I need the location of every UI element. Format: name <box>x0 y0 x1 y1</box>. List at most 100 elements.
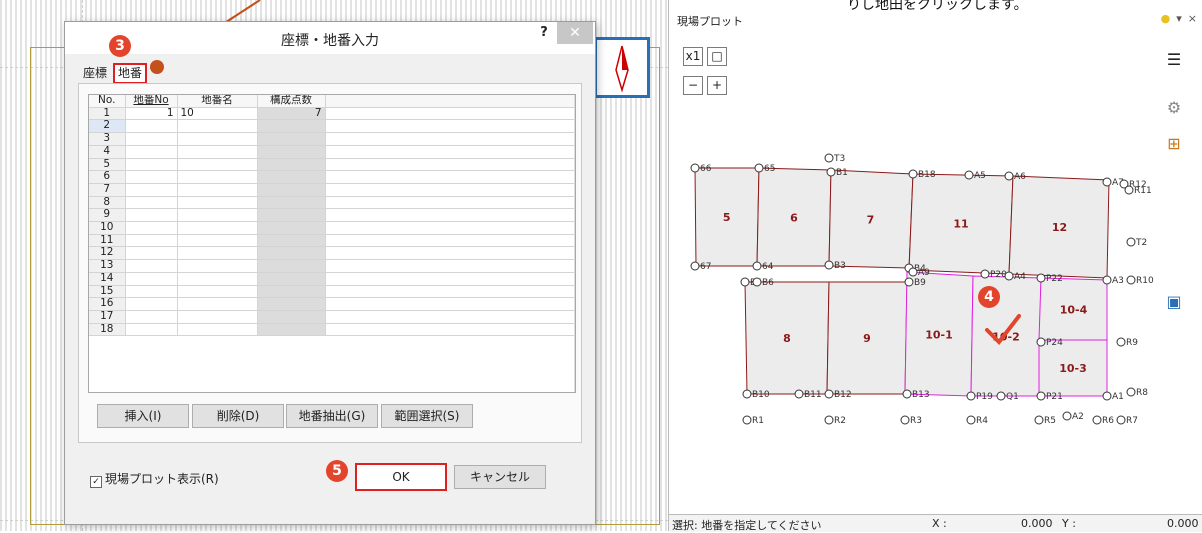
lot-name-cell[interactable] <box>177 132 258 146</box>
dialog-titlebar: 座標・地番入力 ? ✕ <box>65 22 595 54</box>
survey-point <box>908 169 918 179</box>
table-row[interactable]: 11 <box>89 234 575 248</box>
tab-lot-number[interactable]: 地番 <box>113 63 148 84</box>
lot-no-cell[interactable] <box>125 158 178 172</box>
lot-name-cell[interactable] <box>177 208 258 223</box>
lot-no-cell[interactable] <box>125 246 178 261</box>
table-row[interactable]: 9 <box>89 208 575 223</box>
point-count-cell[interactable] <box>257 158 326 172</box>
lot-name-cell[interactable] <box>177 285 258 299</box>
extract-lot-button[interactable]: 地番抽出(G) <box>286 404 378 428</box>
gear-icon[interactable]: ⚙ <box>1164 98 1184 118</box>
vertical-scrollbar[interactable]: ^ v <box>574 95 575 392</box>
lot-no-cell[interactable] <box>125 323 178 337</box>
menu-icon[interactable]: ☰ <box>1164 50 1184 70</box>
insert-button[interactable]: 挿入(I) <box>97 404 189 428</box>
table-row[interactable]: 6 <box>89 170 575 184</box>
point-count-cell[interactable] <box>257 132 326 146</box>
point-count-cell[interactable] <box>257 310 326 324</box>
table-row[interactable]: 17 <box>89 310 575 324</box>
lot-name-cell[interactable] <box>177 158 258 172</box>
lot-no-cell[interactable] <box>125 132 178 146</box>
lot-no-cell[interactable] <box>125 183 178 197</box>
site-plot-canvas[interactable]: 5 6 7 11 128 9 10-1 10-210-410-3T366 65 B1 B18 A5 A6… <box>669 0 1202 514</box>
table-row[interactable]: 3 <box>89 132 575 146</box>
lot-no-cell[interactable] <box>125 170 178 184</box>
lot-no-cell[interactable] <box>125 234 178 248</box>
point-count-cell[interactable]: 7 <box>257 107 326 121</box>
help-button[interactable]: ? <box>533 25 555 43</box>
point-count-cell[interactable] <box>257 285 326 299</box>
table-row[interactable]: 12 <box>89 246 575 261</box>
lot-name-cell[interactable] <box>177 234 258 248</box>
lot-name-cell[interactable] <box>177 145 258 159</box>
table-row[interactable]: 2 <box>89 119 575 134</box>
lot-name-cell[interactable] <box>177 196 258 210</box>
lot-no-cell[interactable] <box>125 208 178 223</box>
status-bar: 選択: 地番を指定してください X : 0.000 Y : 0.000 <box>669 514 1202 532</box>
ok-button[interactable]: OK <box>355 463 447 491</box>
lot-name-cell[interactable] <box>177 272 258 286</box>
lot-no-cell[interactable] <box>125 310 178 324</box>
point-count-cell[interactable] <box>257 183 326 197</box>
lot-no-cell[interactable] <box>125 119 178 134</box>
point-count-cell[interactable] <box>257 221 326 235</box>
photo-icon[interactable]: ▣ <box>1164 292 1184 312</box>
close-button[interactable]: ✕ <box>557 22 593 44</box>
lot-name-cell[interactable] <box>177 323 258 337</box>
lot-name-cell[interactable] <box>177 119 258 134</box>
survey-point <box>900 415 910 425</box>
table-row[interactable]: 8 <box>89 196 575 210</box>
lot-name-cell[interactable] <box>177 259 258 273</box>
point-count-cell[interactable] <box>257 323 326 337</box>
column-header-lot-name[interactable]: 地番名 <box>177 95 258 108</box>
column-header-point-count[interactable]: 構成点数 <box>257 95 326 108</box>
point-count-cell[interactable] <box>257 119 326 134</box>
lot-grid[interactable]: No. 地番No 地番名 構成点数 1 1 10 7 2 3 4 5 6 7 8 9 10 11 12 13 1… <box>88 94 576 393</box>
table-row[interactable]: 18 <box>89 323 575 337</box>
point-count-cell[interactable] <box>257 272 326 286</box>
point-count-cell[interactable] <box>257 234 326 248</box>
column-header-lot-no[interactable]: 地番No <box>125 95 178 108</box>
lot-name-cell[interactable] <box>177 246 258 261</box>
lot-name-cell[interactable] <box>177 221 258 235</box>
lot-no-cell[interactable] <box>125 285 178 299</box>
table-row[interactable]: 4 <box>89 145 575 159</box>
layout-icon[interactable]: ⊞ <box>1164 134 1184 154</box>
lot-name-cell[interactable] <box>177 183 258 197</box>
lot-no-cell[interactable] <box>125 196 178 210</box>
lot-no-cell[interactable] <box>125 145 178 159</box>
lot-no-cell[interactable]: 1 <box>125 107 178 121</box>
lot-no-cell[interactable] <box>125 297 178 311</box>
table-row[interactable]: 1 1 10 7 <box>89 107 575 121</box>
lot-no-cell[interactable] <box>125 259 178 273</box>
lot-no-cell[interactable] <box>125 272 178 286</box>
lot-name-cell[interactable] <box>177 170 258 184</box>
lot-name-cell[interactable] <box>177 297 258 311</box>
point-count-cell[interactable] <box>257 246 326 261</box>
lot-name-cell[interactable]: 10 <box>177 107 258 121</box>
delete-button[interactable]: 削除(D) <box>192 404 284 428</box>
point-count-cell[interactable] <box>257 297 326 311</box>
point-count-cell[interactable] <box>257 208 326 223</box>
checkbox-icon[interactable]: ✓ <box>90 476 102 488</box>
cancel-button[interactable]: キャンセル <box>454 465 546 489</box>
lot-table[interactable]: No. 地番No 地番名 構成点数 1 1 10 7 2 3 4 5 6 7 8 9 10 11 12 13 1… <box>89 95 575 337</box>
point-count-cell[interactable] <box>257 170 326 184</box>
table-row[interactable]: 13 <box>89 259 575 273</box>
point-label: B10 <box>752 390 770 400</box>
point-count-cell[interactable] <box>257 259 326 273</box>
range-select-button[interactable]: 範囲選択(S) <box>381 404 473 428</box>
lot-name-cell[interactable] <box>177 310 258 324</box>
point-count-cell[interactable] <box>257 196 326 210</box>
table-row[interactable]: 7 <box>89 183 575 197</box>
table-row[interactable]: 14 <box>89 272 575 286</box>
table-row[interactable]: 15 <box>89 285 575 299</box>
show-plot-checkbox[interactable]: ✓ 現場プロット表示(R) <box>90 470 219 488</box>
lot-no-cell[interactable] <box>125 221 178 235</box>
table-row[interactable]: 10 <box>89 221 575 235</box>
point-count-cell[interactable] <box>257 145 326 159</box>
table-row[interactable]: 16 <box>89 297 575 311</box>
table-row[interactable]: 5 <box>89 158 575 172</box>
tab-coordinates[interactable]: 座標 <box>81 65 109 82</box>
